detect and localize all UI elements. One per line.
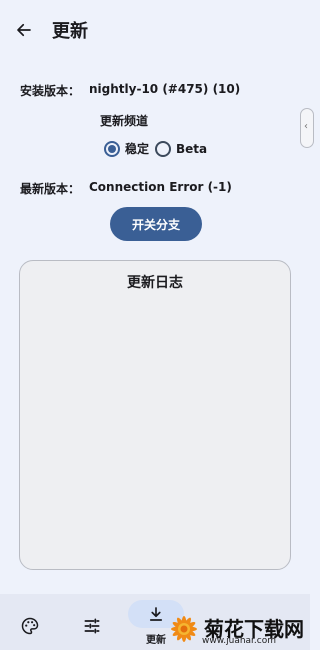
- sliders-icon: [84, 618, 100, 634]
- radio-beta-label: Beta: [176, 141, 208, 156]
- radio-unselected-icon: [155, 140, 172, 157]
- chrysanthemum-logo-icon: [171, 616, 197, 642]
- page-title: 更新: [52, 21, 88, 42]
- radio-beta[interactable]: Beta: [155, 140, 208, 157]
- switch-branch-button[interactable]: 开关分支: [110, 207, 202, 241]
- side-drawer-handle[interactable]: ‹: [300, 108, 314, 148]
- radio-stable[interactable]: 稳定: [104, 140, 149, 157]
- latest-version-label: 最新版本：: [20, 182, 81, 196]
- nav-item-settings[interactable]: [64, 594, 120, 650]
- installed-version-value: nightly-10 (#475) (10): [89, 82, 241, 96]
- arrow-left-icon: [17, 23, 31, 37]
- watermark-url: www.juahar.com: [202, 636, 277, 646]
- channel-radio-group: 稳定 Beta: [104, 140, 213, 157]
- watermark-logo: 菊花下载网 www.juahar.com: [168, 610, 304, 648]
- changelog-panel: 更新日志: [19, 260, 291, 570]
- palette-icon: [21, 617, 39, 635]
- download-icon: [149, 607, 163, 621]
- radio-stable-label: 稳定: [125, 142, 150, 156]
- chevron-left-icon: ‹: [304, 121, 308, 132]
- changelog-title: 更新日志: [127, 275, 183, 291]
- top-app-bar: 更新: [0, 0, 310, 60]
- installed-version-label: 安装版本：: [20, 84, 81, 98]
- radio-selected-icon: [104, 140, 120, 157]
- nav-item-theme[interactable]: [2, 594, 58, 650]
- latest-version-value: Connection Error (-1): [89, 180, 232, 194]
- nav-label-update: 更新: [146, 635, 166, 646]
- update-channel-title: 更新频道: [100, 114, 149, 128]
- back-button[interactable]: [10, 16, 38, 44]
